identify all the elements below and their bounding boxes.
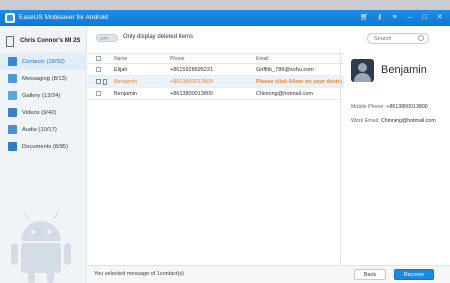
- title-bar: EaseUS Mobisaver for Android 🛒︎ ⚷ ≡ – □ …: [0, 10, 450, 26]
- contact-email: Please click Allow on your device: [256, 79, 342, 85]
- deleted-trash-icon: [103, 79, 107, 85]
- column-header-email: Email: [256, 56, 269, 62]
- search-icon[interactable]: [418, 35, 424, 41]
- contact-name: Elijah: [114, 67, 128, 73]
- sidebar-item-label: Audio (10/17): [22, 126, 57, 133]
- table-header: Name Phone Email: [88, 53, 344, 64]
- detail-email-value: Chinning@hotmail.com: [380, 118, 436, 124]
- sidebar: Chris Connor's MI 2S Contacts (18/32) Me…: [0, 26, 87, 283]
- video-icon: [8, 108, 17, 117]
- detail-phone-value: +8613800013800: [386, 104, 428, 110]
- document-icon: [8, 142, 17, 151]
- sidebar-item-label: Videos (9/42): [22, 109, 57, 116]
- row-checkbox[interactable]: [96, 67, 101, 72]
- sidebar-item-documents[interactable]: Documents (8/95): [0, 138, 87, 155]
- contact-email: Griffith_789@sohu.com: [256, 67, 314, 73]
- filter-bar: OFF Only display deleted items: [88, 26, 450, 50]
- toggle-state: OFF: [100, 36, 109, 41]
- detail-phone-label: Mobile Phone:: [351, 104, 385, 110]
- table-row[interactable]: Elijah +8615928695221 Griffith_789@sohu.…: [88, 64, 344, 76]
- main-panel: OFF Only display deleted items Name Phon…: [88, 26, 450, 283]
- phone-icon: [6, 36, 14, 47]
- deleted-only-toggle[interactable]: OFF: [96, 34, 118, 42]
- table-row[interactable]: Benjamin +8613800013800 Please click All…: [88, 76, 344, 88]
- sidebar-item-label: Documents (8/95): [22, 143, 69, 150]
- detail-contact-name: Benjamin: [381, 64, 427, 76]
- back-button[interactable]: Back: [354, 269, 386, 280]
- detail-phone: Mobile Phone: +8613800013800: [351, 104, 428, 110]
- sidebar-item-audio[interactable]: Audio (10/17): [0, 121, 87, 138]
- minimize-icon[interactable]: –: [405, 13, 414, 22]
- selection-status: You selected message of 1contact(s): [94, 271, 184, 277]
- contacts-icon: [8, 57, 17, 66]
- table-row[interactable]: Benjamin +8613800013800 Chinning@hotmail…: [88, 88, 344, 100]
- sidebar-item-label: Contacts (18/32): [22, 58, 65, 65]
- message-icon: [8, 74, 17, 83]
- contact-name: Benjamin: [114, 79, 137, 85]
- sidebar-item-videos[interactable]: Videos (9/42): [0, 104, 87, 121]
- footer-bar: You selected message of 1contact(s) Back…: [88, 265, 450, 283]
- sidebar-item-label: Gallery (13/24): [22, 92, 61, 99]
- toggle-label: Only display deleted items: [123, 34, 194, 40]
- sidebar-item-contacts[interactable]: Contacts (18/32): [0, 53, 87, 70]
- sidebar-item-gallery[interactable]: Gallery (13/24): [0, 87, 87, 104]
- contact-phone: +8613800013800: [170, 91, 213, 97]
- select-all-checkbox[interactable]: [96, 56, 101, 61]
- app-logo-icon: [5, 13, 15, 23]
- gallery-icon: [8, 91, 17, 100]
- app-window: EaseUS Mobisaver for Android 🛒︎ ⚷ ≡ – □ …: [0, 10, 450, 283]
- detail-email: Work Email: Chinning@hotmail.com: [351, 118, 436, 124]
- column-header-phone: Phone: [170, 56, 185, 62]
- contact-phone: +8615928695221: [170, 67, 213, 73]
- row-checkbox[interactable]: [96, 91, 101, 96]
- contact-email: Chinning@hotmail.com: [256, 91, 313, 97]
- menu-icon[interactable]: ≡: [390, 13, 399, 22]
- contact-phone: +8613800013800: [170, 79, 213, 85]
- recover-button[interactable]: Recover: [394, 269, 434, 280]
- contact-detail-panel: Benjamin Mobile Phone: +8613800013800 Wo…: [340, 50, 450, 265]
- column-header-name: Name: [114, 56, 128, 62]
- sidebar-item-label: Messaging (8/13): [22, 75, 67, 82]
- row-checkbox[interactable]: [96, 79, 101, 84]
- key-icon[interactable]: ⚷: [375, 13, 384, 22]
- sidebar-item-messaging[interactable]: Messaging (8/13): [0, 70, 87, 87]
- maximize-icon[interactable]: □: [420, 13, 429, 22]
- device-name: Chris Connor's MI 2S: [20, 38, 81, 44]
- cart-icon[interactable]: 🛒︎: [360, 13, 369, 22]
- detail-email-label: Work Email:: [351, 118, 380, 124]
- contacts-table: Name Phone Email Elijah +8615928695221 G…: [88, 53, 344, 100]
- avatar-icon: [351, 59, 374, 82]
- contact-name: Benjamin: [114, 91, 137, 97]
- close-icon[interactable]: ✕: [435, 13, 444, 22]
- app-title: EaseUS Mobisaver for Android: [19, 14, 108, 21]
- device-header: Chris Connor's MI 2S: [0, 34, 87, 48]
- category-nav: Contacts (18/32) Messaging (8/13) Galler…: [0, 53, 87, 155]
- audio-icon: [8, 125, 17, 134]
- android-mascot-icon: [11, 212, 71, 283]
